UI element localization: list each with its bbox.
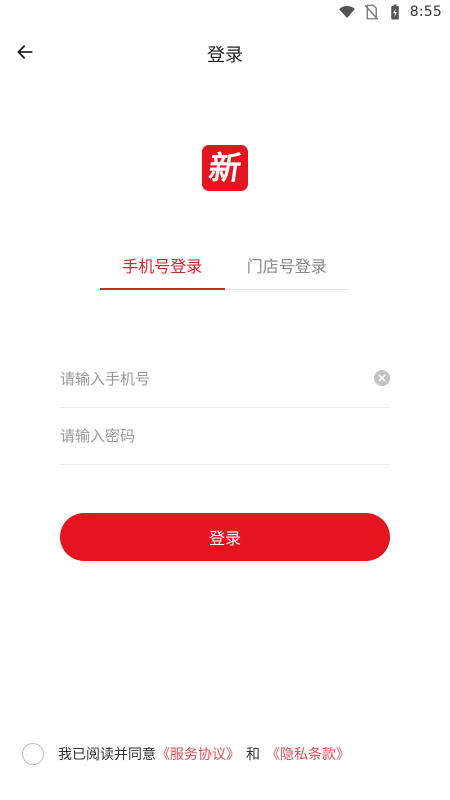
logo-char: 新 [206,149,244,187]
wifi-icon [338,5,355,18]
login-button[interactable]: 登录 [60,513,390,561]
header: 登录 [0,30,450,74]
service-agreement-link[interactable]: 《服务协议》 [156,744,240,764]
battery-charging-icon [391,4,399,20]
tab-phone-login[interactable]: 手机号登录 [100,240,225,290]
login-screen: 8:55 登录 新 手机号登录 门店号登录 登录 我已阅 [0,0,450,800]
status-time: 8:55 [409,4,442,20]
password-field [60,407,390,465]
phone-input[interactable] [60,350,390,407]
tab-store-login[interactable]: 门店号登录 [225,240,350,289]
no-sim-icon [364,4,379,20]
login-tabs: 手机号登录 门店号登录 [100,240,349,290]
app-logo: 新 [202,145,248,191]
clear-circle-icon [378,374,386,382]
privacy-policy-link[interactable]: 《隐私条款》 [266,744,350,764]
password-input[interactable] [60,407,390,464]
clear-phone-button[interactable] [374,370,390,386]
agreement-row: 我已阅读并同意 《服务协议》 和 《隐私条款》 [22,742,350,766]
agreement-and: 和 [246,747,260,763]
status-bar: 8:55 [0,0,450,24]
status-icons: 8:55 [338,3,442,21]
page-title: 登录 [207,45,243,66]
agreement-prefix: 我已阅读并同意 [58,747,156,763]
agreement-checkbox[interactable] [22,743,44,765]
phone-field [60,350,390,408]
